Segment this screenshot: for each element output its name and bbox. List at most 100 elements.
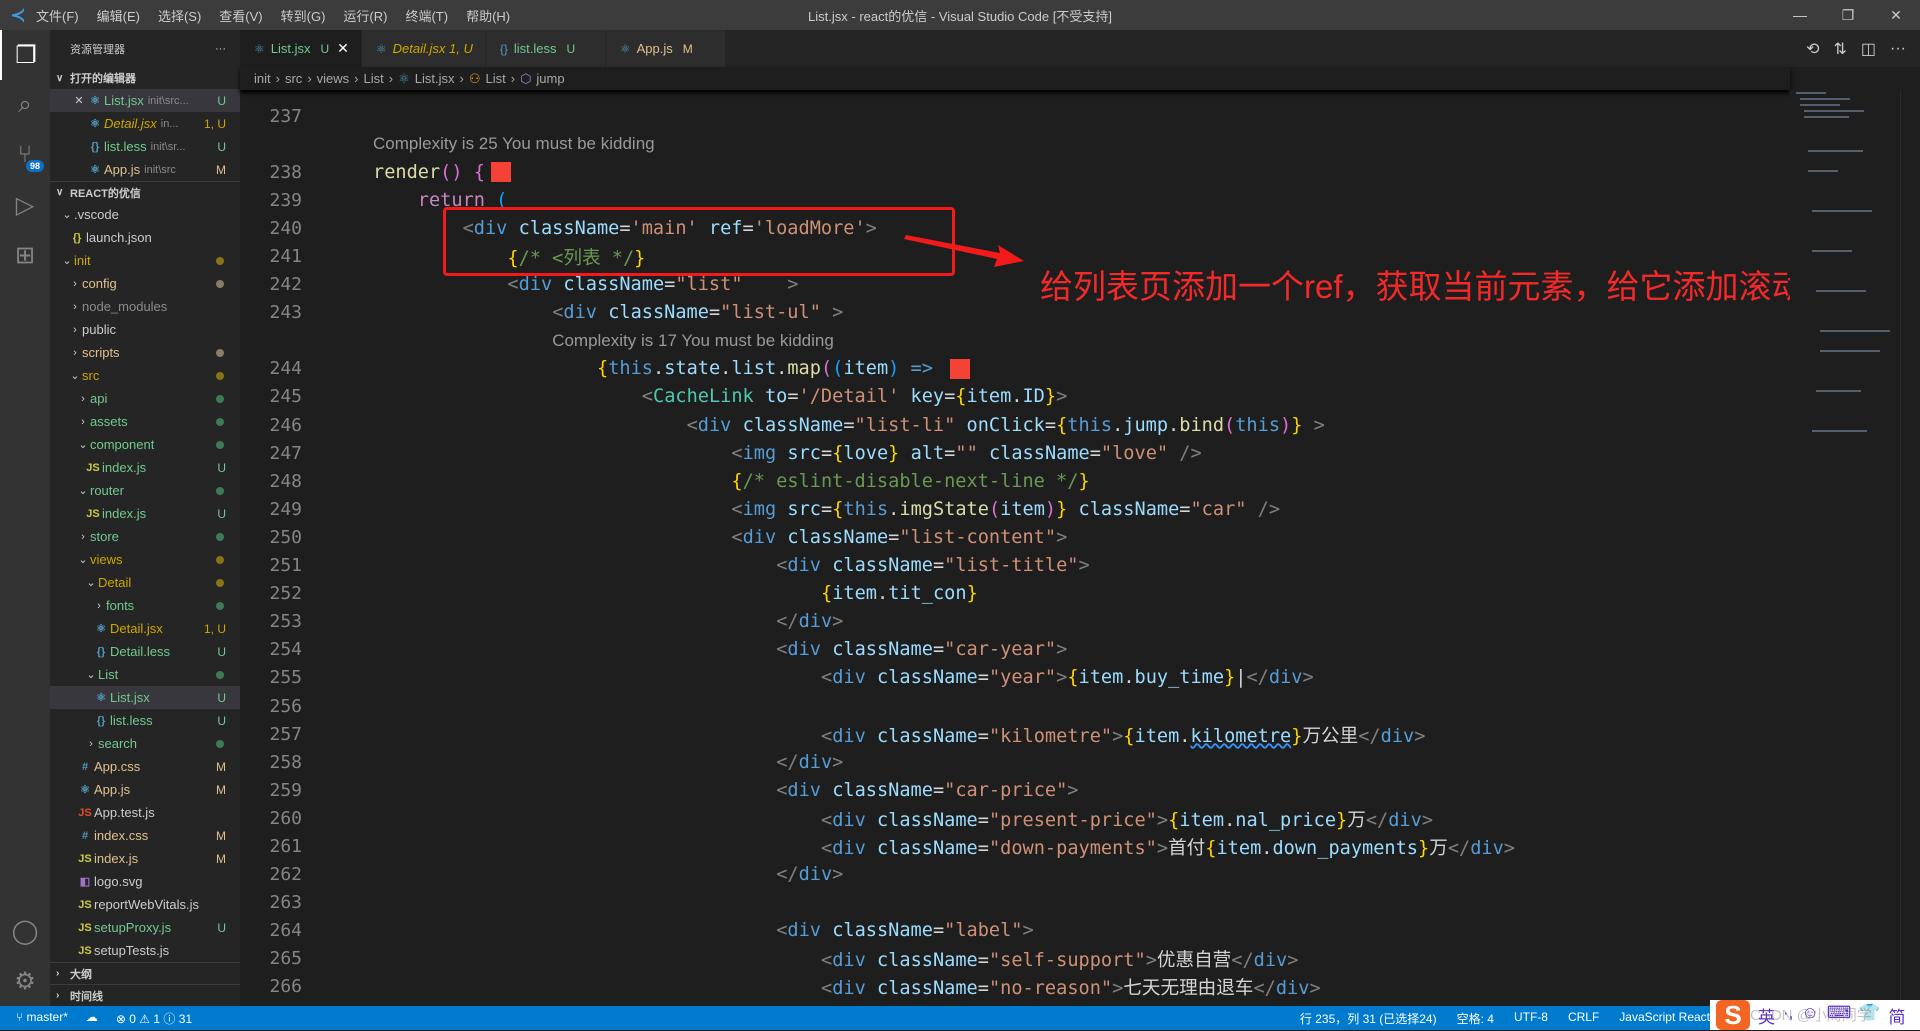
menu-item[interactable]: 编辑(E) xyxy=(97,9,140,24)
breadcrumb-item[interactable]: List xyxy=(364,71,384,86)
tree-item[interactable]: ⌄ List xyxy=(50,663,240,686)
tree-item[interactable]: JS setupProxy.js U xyxy=(50,916,240,939)
tab-list-jsx[interactable]: ⚛ List.jsx U ✕ xyxy=(240,30,362,67)
account-icon[interactable]: ◯ xyxy=(0,906,50,956)
tree-item[interactable]: › api xyxy=(50,387,240,410)
tree-item[interactable]: JS index.js M xyxy=(50,847,240,870)
menu-item[interactable]: 帮助(H) xyxy=(466,9,510,24)
tree-item[interactable]: › store xyxy=(50,525,240,548)
tree-item[interactable]: ⌄ views xyxy=(50,548,240,571)
tree-item[interactable]: ⌄ component xyxy=(50,433,240,456)
tree-item[interactable]: › scripts xyxy=(50,341,240,364)
indentation[interactable]: 空格: 4 xyxy=(1457,1010,1494,1027)
menu-item[interactable]: 运行(R) xyxy=(343,9,387,24)
tree-item[interactable]: › node_modules xyxy=(50,295,240,318)
encoding[interactable]: UTF-8 xyxy=(1514,1010,1548,1027)
tree-item[interactable]: {} launch.json xyxy=(50,226,240,249)
code-token: className xyxy=(742,414,844,436)
split-editor-icon[interactable]: ◫ xyxy=(1861,39,1876,59)
restore-button[interactable]: ❐ xyxy=(1824,0,1872,30)
tree-item[interactable]: › fonts xyxy=(50,594,240,617)
language-mode[interactable]: JavaScript React xyxy=(1619,1010,1710,1027)
tree-item[interactable]: JS index.js U xyxy=(50,456,240,479)
tree-item[interactable]: ⚛ Detail.jsx 1, U xyxy=(50,617,240,640)
menu-item[interactable]: 转到(G) xyxy=(281,9,326,24)
run-debug-icon[interactable]: ▷ xyxy=(0,180,50,230)
open-editor-item[interactable]: {} list.less init\sr... U xyxy=(50,135,240,158)
compare-changes-icon[interactable]: ⇅ xyxy=(1833,39,1846,59)
git-status-dot xyxy=(216,371,224,380)
ime-button[interactable]: 👕 xyxy=(1859,1003,1880,1028)
tree-item[interactable]: › search xyxy=(50,732,240,755)
tree-item[interactable]: JS App.test.js xyxy=(50,801,240,824)
tab-list-less[interactable]: {} list.less U xyxy=(485,30,606,67)
breadcrumb-item[interactable]: src xyxy=(285,71,302,86)
line-content[interactable]: Complexity is 25 You must be kidding xyxy=(373,134,655,154)
tab-app-js[interactable]: ⚛ App.js M xyxy=(605,30,726,67)
open-editor-item[interactable]: ⚛ App.js init\src M xyxy=(50,158,240,181)
ime-button[interactable]: ☺ xyxy=(1801,1003,1818,1028)
gear-icon[interactable]: ⚙ xyxy=(0,956,50,1006)
breadcrumb-item[interactable]: jump xyxy=(536,71,564,86)
menu-item[interactable]: 查看(V) xyxy=(219,9,262,24)
source-control-icon[interactable]: ⑂ 98 xyxy=(0,130,50,180)
breadcrumb-item[interactable]: List xyxy=(485,71,505,86)
more-actions-icon[interactable]: ··· xyxy=(215,43,226,55)
timeline-section[interactable]: › 时间线 xyxy=(50,984,240,1006)
project-section[interactable]: ∨ REACT的优信 xyxy=(50,181,240,203)
outline-section[interactable]: › 大纲 xyxy=(50,962,240,984)
ime-button[interactable]: ·, xyxy=(1783,1003,1793,1028)
breadcrumb-item[interactable]: init xyxy=(254,71,271,86)
close-window-button[interactable]: ✕ xyxy=(1872,0,1920,30)
menu-item[interactable]: 终端(T) xyxy=(405,9,448,24)
explorer-icon[interactable]: ❐ xyxy=(0,30,50,80)
ime-button[interactable]: 简 xyxy=(1888,1003,1905,1028)
minimize-button[interactable]: — xyxy=(1776,0,1824,30)
close-icon[interactable]: ✕ xyxy=(72,94,86,107)
tree-item[interactable]: ⌄ src xyxy=(50,364,240,387)
tree-item[interactable]: ⌄ .vscode xyxy=(50,203,240,226)
open-editors-section[interactable]: ∨ 打开的编辑器 xyxy=(50,67,240,89)
extensions-icon[interactable]: ⊞ xyxy=(0,230,50,280)
close-icon[interactable]: ✕ xyxy=(337,40,349,57)
tree-item[interactable]: › public xyxy=(50,318,240,341)
tree-item[interactable]: ⌄ Detail xyxy=(50,571,240,594)
code-token: kilometre xyxy=(1190,725,1292,747)
tree-item[interactable]: ◧ logo.svg xyxy=(50,870,240,893)
timeline-history-icon[interactable]: ⟲ xyxy=(1806,39,1819,59)
tree-item[interactable]: # App.css M xyxy=(50,755,240,778)
sync-icon[interactable]: ☁ xyxy=(86,1010,98,1027)
open-editor-item[interactable]: ⚛ Detail.jsx in... 1, U xyxy=(50,112,240,135)
tree-item[interactable]: › config xyxy=(50,272,240,295)
branch-button[interactable]: ⑂ master* xyxy=(16,1010,68,1027)
breadcrumb-item[interactable]: views xyxy=(317,71,350,86)
tree-item[interactable]: ⚛ App.js M xyxy=(50,778,240,801)
tree-item[interactable]: ⌄ router xyxy=(50,479,240,502)
tree-item[interactable]: ⚛ List.jsx U xyxy=(50,686,240,709)
menu-item[interactable]: 选择(S) xyxy=(158,9,201,24)
line-content[interactable]: Complexity is 17 You must be kidding xyxy=(373,331,834,351)
ime-button[interactable]: 英 xyxy=(1758,1003,1775,1028)
line-ending[interactable]: CRLF xyxy=(1568,1010,1599,1027)
tree-item[interactable]: ⌄ init xyxy=(50,249,240,272)
tree-item[interactable]: # index.css M xyxy=(50,824,240,847)
problems-button[interactable]: ⊗ 0 ⚠ 1 ⓘ 31 xyxy=(116,1010,192,1027)
code-token: = xyxy=(944,442,956,464)
tab-detail-jsx[interactable]: ⚛ Detail.jsx 1, U xyxy=(361,30,486,67)
more-actions-icon[interactable]: ··· xyxy=(1890,40,1906,58)
tree-item[interactable]: {} list.less U xyxy=(50,709,240,732)
cursor-position[interactable]: 行 235，列 31 (已选择24) xyxy=(1300,1010,1437,1027)
open-editor-item[interactable]: ✕ ⚛ List.jsx init\src... U xyxy=(50,89,240,112)
tree-item[interactable]: JS reportWebVitals.js xyxy=(50,893,240,916)
ime-button[interactable]: ⌨ xyxy=(1827,1003,1852,1028)
tree-item[interactable]: JS setupTests.js xyxy=(50,939,240,962)
tree-item[interactable]: JS index.js U xyxy=(50,502,240,525)
tree-item[interactable]: › assets xyxy=(50,410,240,433)
minimap[interactable] xyxy=(1790,90,1900,1006)
code-token: = xyxy=(664,274,676,296)
vertical-scrollbar[interactable] xyxy=(1900,90,1920,1006)
menu-item[interactable]: 文件(F) xyxy=(36,9,79,24)
search-icon[interactable]: ⌕ xyxy=(0,80,50,130)
breadcrumb-item[interactable]: List.jsx xyxy=(415,71,455,86)
tree-item[interactable]: {} Detail.less U xyxy=(50,640,240,663)
